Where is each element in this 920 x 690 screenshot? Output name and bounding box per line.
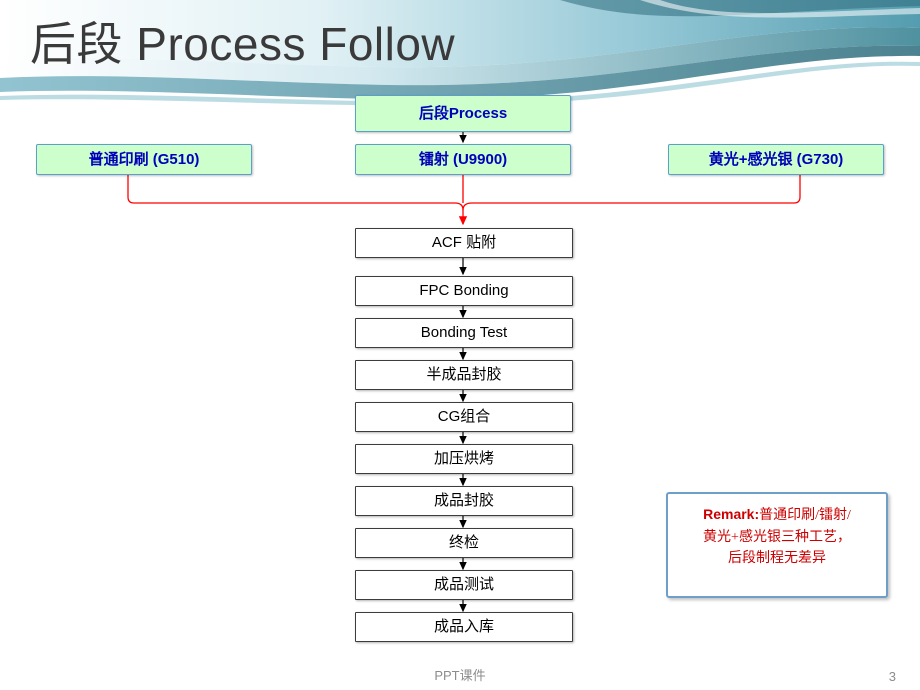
flow-step-3[interactable]: 半成品封胶 bbox=[355, 360, 573, 390]
remark-line-2: 黄光+感光银三种工艺， bbox=[703, 529, 851, 545]
remark-line-1: Remark:普通印刷/镭射/ bbox=[676, 504, 878, 527]
remark-box: Remark:普通印刷/镭射/ 黄光+感光银三种工艺， 后段制程无差异 bbox=[666, 492, 888, 598]
flow-box-top[interactable]: 后段Process bbox=[355, 95, 571, 132]
flow-step-2[interactable]: Bonding Test bbox=[355, 318, 573, 348]
flow-step-9-label: 成品入库 bbox=[433, 618, 494, 636]
remark-line-3: 后段制程无差异 bbox=[728, 551, 826, 567]
flow-step-9[interactable]: 成品入库 bbox=[355, 612, 573, 642]
flow-step-1-label: FPC Bonding bbox=[419, 282, 509, 300]
flow-branch-1[interactable]: 镭射 (U9900) bbox=[355, 144, 571, 175]
flow-step-4[interactable]: CG组合 bbox=[355, 402, 573, 432]
flow-step-4-label: CG组合 bbox=[437, 408, 491, 426]
flow-branch-2-label: 黄光+感光银 (G730) bbox=[708, 150, 844, 168]
flow-branch-0-label: 普通印刷 (G510) bbox=[88, 150, 200, 168]
flow-branch-1-label: 镭射 (U9900) bbox=[418, 150, 508, 168]
remark-text-1: 普通印刷/镭射/ bbox=[759, 508, 851, 523]
flow-step-7-label: 终检 bbox=[448, 534, 479, 552]
flow-box-top-label: 后段Process bbox=[418, 104, 508, 122]
flow-step-6-label: 成品封胶 bbox=[433, 492, 494, 510]
remark-label: Remark: bbox=[703, 506, 760, 522]
flow-branch-0[interactable]: 普通印刷 (G510) bbox=[36, 144, 252, 175]
flow-step-0-label: ACF 贴附 bbox=[431, 234, 497, 252]
flow-step-8[interactable]: 成品测试 bbox=[355, 570, 573, 600]
flow-step-8-label: 成品测试 bbox=[433, 576, 494, 594]
flow-step-1[interactable]: FPC Bonding bbox=[355, 276, 573, 306]
flow-step-5[interactable]: 加压烘烤 bbox=[355, 444, 573, 474]
footer-text: PPT课件 bbox=[434, 668, 486, 683]
flow-step-0[interactable]: ACF 贴附 bbox=[355, 228, 573, 258]
page-title: 后段 Process Follow bbox=[30, 18, 456, 70]
flow-step-2-label: Bonding Test bbox=[420, 324, 508, 342]
flow-step-6[interactable]: 成品封胶 bbox=[355, 486, 573, 516]
flow-step-3-label: 半成品封胶 bbox=[426, 366, 502, 384]
flow-step-5-label: 加压烘烤 bbox=[433, 450, 494, 468]
page-number: 3 bbox=[888, 669, 896, 684]
slide: 后段 Process Follow 后段Process 普通印刷 (G510) … bbox=[0, 0, 920, 690]
flow-branch-2[interactable]: 黄光+感光银 (G730) bbox=[668, 144, 884, 175]
flow-step-7[interactable]: 终检 bbox=[355, 528, 573, 558]
